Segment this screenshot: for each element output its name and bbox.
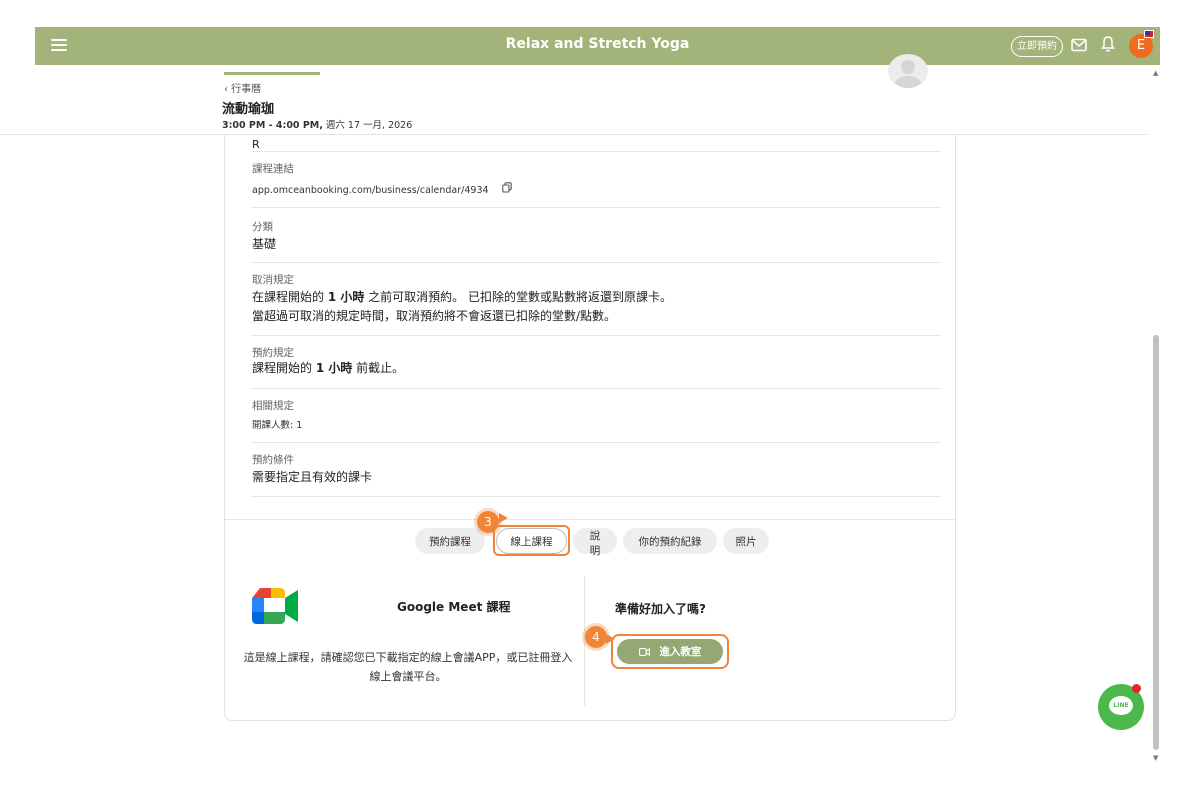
course-link-url[interactable]: app.omceanbooking.com/business/calendar/… [252, 185, 489, 196]
tab-book-class[interactable]: 預約課程 [415, 528, 485, 554]
google-meet-title: Google Meet 課程 [397, 600, 511, 614]
booking-policy-value: 課程開始的 1 小時 前截止。 [252, 359, 404, 378]
cancel-policy-bold: 1 小時 [327, 290, 365, 304]
notification-dot [1132, 684, 1141, 693]
page-scrollbar[interactable]: ▲ ▼ [1150, 65, 1162, 765]
enter-classroom-button[interactable]: 進入教室 [617, 639, 723, 664]
class-header: ‹ 行事曆 流動瑜珈 3:00 PM - 4:00 PM, 週六 17 一月, … [0, 54, 1148, 135]
scroll-up-arrow-icon[interactable]: ▲ [1153, 69, 1158, 77]
booking-policy-row: 預約規定 課程開始的 1 小時 前截止。 [251, 336, 941, 389]
cancel-policy-prefix: 在課程開始的 [252, 290, 328, 304]
booking-conditions-row: 預約條件 需要指定且有效的課卡 [251, 443, 941, 497]
ready-to-join-title: 準備好加入了嗎? [615, 602, 706, 616]
top-navigation-bar: Relax and Stretch Yoga 立即預約 E [35, 27, 1160, 65]
line-chat-icon: LINE [1109, 696, 1133, 715]
back-to-calendar-link[interactable]: ‹ 行事曆 [224, 80, 261, 95]
google-meet-logo-icon [251, 586, 301, 630]
step-3-badge-tail [499, 513, 508, 523]
video-camera-icon [638, 646, 660, 658]
step-4-badge-tail [606, 634, 615, 644]
scroll-down-arrow-icon[interactable]: ▼ [1153, 754, 1158, 762]
course-link-label: 課程連結 [252, 163, 294, 175]
enter-classroom-label: 進入教室 [659, 646, 702, 658]
instructor-avatar [888, 54, 928, 88]
cancel-policy-line1: 在課程開始的 1 小時 之前可取消預約。 已扣除的堂數或點數將返還到原課卡。 [252, 288, 672, 307]
category-row: 分類 基礎 [251, 208, 941, 263]
related-rules-row: 相關規定 開課人數: 1 [251, 389, 941, 443]
category-value: 基礎 [252, 237, 277, 251]
tabs-divider [225, 519, 955, 520]
copy-icon[interactable] [501, 181, 512, 200]
mail-icon[interactable] [1071, 37, 1087, 56]
booking-policy-bold: 1 小時 [315, 361, 353, 375]
bell-icon[interactable] [1101, 35, 1115, 57]
tab-description[interactable]: 說明 [573, 528, 617, 557]
related-rules-value: 開課人數: 1 [252, 420, 303, 431]
class-datetime: 3:00 PM - 4:00 PM, 週六 17 一月, 2026 [222, 117, 412, 131]
step-3-badge: 3 [477, 511, 499, 533]
class-time-range: 3:00 PM - 4:00 PM, [222, 120, 323, 131]
booking-policy-label: 預約規定 [252, 347, 294, 359]
cancel-policy-suffix: 之前可取消預約。 已扣除的堂數或點數將返還到原課卡。 [364, 290, 672, 304]
booking-policy-prefix: 課程開始的 [252, 361, 316, 375]
tab-booking-history[interactable]: 你的預約紀錄 [623, 528, 717, 554]
cancel-policy-label: 取消規定 [252, 274, 294, 286]
class-title: 流動瑜珈 [222, 102, 275, 117]
class-date: 週六 17 一月, 2026 [325, 120, 413, 131]
brand-title: Relax and Stretch Yoga [505, 36, 690, 52]
tab-photos[interactable]: 照片 [723, 528, 769, 554]
category-label: 分類 [252, 221, 273, 233]
class-detail-card: R 課程連結 app.omceanbooking.com/business/ca… [224, 120, 956, 721]
tab-online-class[interactable]: 線上課程 [496, 528, 567, 554]
google-meet-section: Google Meet 課程 這是線上課程，請確認您已下載指定的線上會議APP，… [225, 576, 585, 706]
cancel-policy-line2: 當超過可取消的規定時間，取消預約將不會返還已扣除的堂數/點數。 [252, 309, 617, 323]
booking-conditions-label: 預約條件 [252, 454, 294, 466]
scrollbar-thumb[interactable] [1153, 335, 1159, 750]
step-4-badge: 4 [585, 626, 607, 648]
related-rules-label: 相關規定 [252, 400, 294, 412]
progress-strip [224, 72, 320, 75]
taiwan-flag-icon[interactable] [1144, 30, 1154, 38]
partial-row: R [251, 133, 941, 152]
line-chat-button[interactable]: LINE [1098, 684, 1144, 730]
course-link-value: app.omceanbooking.com/business/calendar/… [252, 181, 512, 200]
hamburger-menu-icon[interactable] [51, 39, 67, 51]
google-meet-description: 這是線上課程，請確認您已下載指定的線上會議APP，或已註冊登入線上會議平台。 [243, 651, 573, 683]
book-now-button[interactable]: 立即預約 [1011, 36, 1063, 57]
booking-policy-suffix: 前截止。 [352, 361, 405, 375]
course-link-row: 課程連結 app.omceanbooking.com/business/cale… [251, 152, 941, 208]
booking-conditions-value: 需要指定且有效的課卡 [252, 470, 373, 484]
cancel-policy-row: 取消規定 在課程開始的 1 小時 之前可取消預約。 已扣除的堂數或點數將返還到原… [251, 263, 941, 336]
